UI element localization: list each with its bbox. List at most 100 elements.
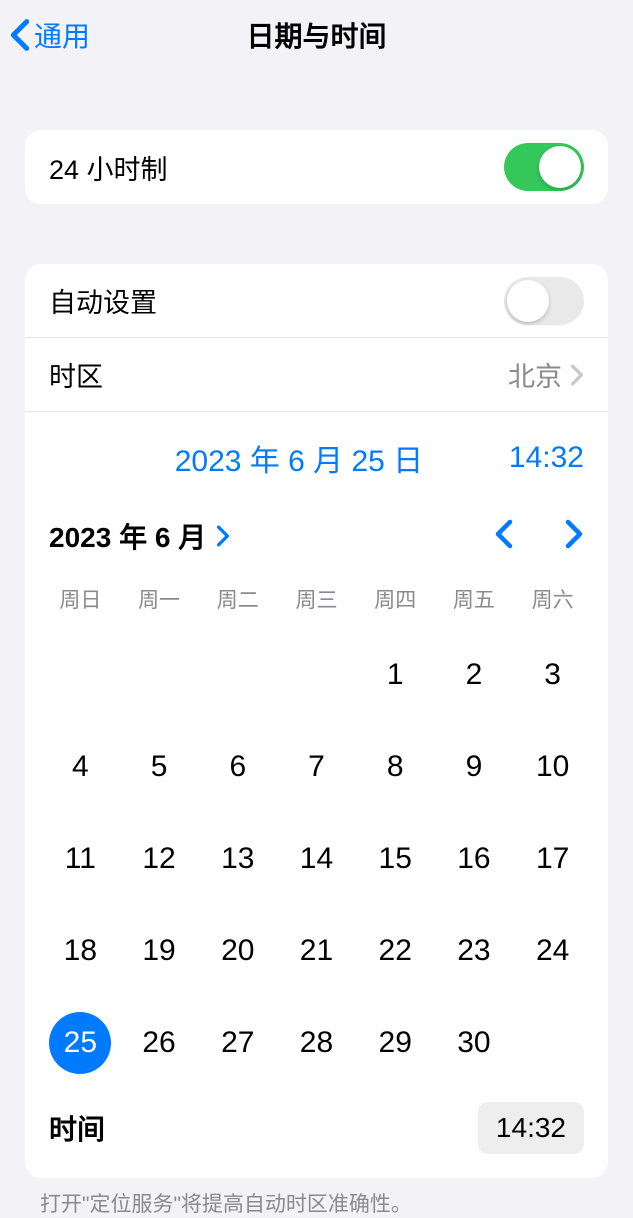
day-number: 4 [49, 736, 111, 798]
row-24hour: 24 小时制 [25, 130, 608, 204]
month-label: 2023 年 6 月 [49, 516, 206, 556]
day-number: 20 [207, 920, 269, 982]
day-cell[interactable]: 25 [41, 1012, 120, 1074]
day-number: 16 [443, 828, 505, 890]
day-number: 23 [443, 920, 505, 982]
row-timezone[interactable]: 时区 北京 [25, 338, 608, 412]
time-value[interactable]: 14:32 [478, 1102, 584, 1154]
toggle-knob [507, 280, 549, 322]
day-number: 14 [285, 828, 347, 890]
day-cell[interactable]: 11 [41, 828, 120, 890]
weekday-label: 周四 [356, 578, 435, 620]
day-number: 10 [522, 736, 584, 798]
day-number: 28 [285, 1012, 347, 1074]
timezone-value: 北京 [508, 355, 562, 394]
header: 通用 日期与时间 [0, 0, 633, 70]
day-cell[interactable]: 13 [198, 828, 277, 890]
day-number: 19 [128, 920, 190, 982]
day-cell[interactable]: 3 [513, 644, 592, 706]
label-auto-set: 自动设置 [49, 281, 157, 320]
chevron-right-icon [564, 519, 584, 549]
day-cell[interactable]: 27 [198, 1012, 277, 1074]
weekday-label: 周三 [277, 578, 356, 620]
day-number: 27 [207, 1012, 269, 1074]
day-cell[interactable]: 23 [435, 920, 514, 982]
day-cell[interactable]: 30 [435, 1012, 514, 1074]
row-auto-set: 自动设置 [25, 264, 608, 338]
weekday-label: 周一 [120, 578, 199, 620]
day-cell[interactable]: 16 [435, 828, 514, 890]
row-current-datetime: 2023 年 6 月 25 日 14:32 [25, 412, 608, 488]
toggle-knob [539, 146, 581, 188]
day-cell[interactable]: 14 [277, 828, 356, 890]
day-number: 24 [522, 920, 584, 982]
day-cell[interactable]: 4 [41, 736, 120, 798]
chevron-right-icon [570, 364, 584, 386]
month-picker[interactable]: 2023 年 6 月 [49, 516, 230, 556]
footer-note: 打开"定位服务"将提高自动时区准确性。 [0, 1178, 633, 1218]
day-cell[interactable]: 24 [513, 920, 592, 982]
chevron-left-icon [494, 519, 514, 549]
day-number: 21 [285, 920, 347, 982]
day-number: 25 [49, 1012, 111, 1074]
day-cell[interactable]: 19 [120, 920, 199, 982]
day-cell[interactable]: 21 [277, 920, 356, 982]
day-number: 2 [443, 644, 505, 706]
day-cell[interactable]: 20 [198, 920, 277, 982]
day-number: 29 [364, 1012, 426, 1074]
day-cell [198, 644, 277, 706]
day-number: 26 [128, 1012, 190, 1074]
day-cell [120, 644, 199, 706]
day-number: 6 [207, 736, 269, 798]
label-timezone: 时区 [49, 355, 103, 394]
toggle-24hour[interactable] [504, 143, 584, 191]
prev-month-button[interactable] [494, 519, 514, 554]
next-month-button[interactable] [564, 519, 584, 554]
day-cell[interactable]: 5 [120, 736, 199, 798]
day-number: 15 [364, 828, 426, 890]
current-time[interactable]: 14:32 [509, 441, 584, 475]
label-24hour: 24 小时制 [49, 148, 168, 187]
back-button[interactable]: 通用 [10, 15, 90, 55]
day-number: 13 [207, 828, 269, 890]
page-title: 日期与时间 [246, 15, 386, 55]
current-date[interactable]: 2023 年 6 月 25 日 [89, 436, 509, 480]
toggle-auto-set[interactable] [504, 277, 584, 325]
card-datetime: 自动设置 时区 北京 2023 年 6 月 25 日 14:32 2023 年 … [25, 264, 608, 1178]
day-number: 30 [443, 1012, 505, 1074]
day-cell[interactable]: 15 [356, 828, 435, 890]
day-cell[interactable]: 7 [277, 736, 356, 798]
timezone-value-wrap: 北京 [508, 355, 584, 394]
day-number: 5 [128, 736, 190, 798]
card-24hour: 24 小时制 [25, 130, 608, 204]
day-number: 9 [443, 736, 505, 798]
day-number: 3 [522, 644, 584, 706]
day-cell[interactable]: 29 [356, 1012, 435, 1074]
weekday-label: 周五 [435, 578, 514, 620]
day-cell[interactable]: 18 [41, 920, 120, 982]
chevron-left-icon [10, 18, 30, 52]
day-cell[interactable]: 22 [356, 920, 435, 982]
day-number: 1 [364, 644, 426, 706]
row-time: 时间 14:32 [25, 1086, 608, 1178]
weekday-label: 周六 [513, 578, 592, 620]
day-number: 18 [49, 920, 111, 982]
weekday-label: 周日 [41, 578, 120, 620]
day-cell[interactable]: 8 [356, 736, 435, 798]
month-arrows [494, 519, 584, 554]
day-cell[interactable]: 26 [120, 1012, 199, 1074]
day-number: 17 [522, 828, 584, 890]
day-cell[interactable]: 12 [120, 828, 199, 890]
day-cell[interactable]: 28 [277, 1012, 356, 1074]
day-cell[interactable]: 9 [435, 736, 514, 798]
chevron-right-icon [216, 525, 230, 547]
day-cell[interactable]: 17 [513, 828, 592, 890]
day-cell[interactable]: 10 [513, 736, 592, 798]
time-label: 时间 [49, 1108, 105, 1148]
day-number: 8 [364, 736, 426, 798]
day-cell[interactable]: 1 [356, 644, 435, 706]
day-number: 7 [285, 736, 347, 798]
day-cell[interactable]: 6 [198, 736, 277, 798]
day-cell[interactable]: 2 [435, 644, 514, 706]
calendar-grid: 1234567891011121314151617181920212223242… [25, 644, 608, 1086]
